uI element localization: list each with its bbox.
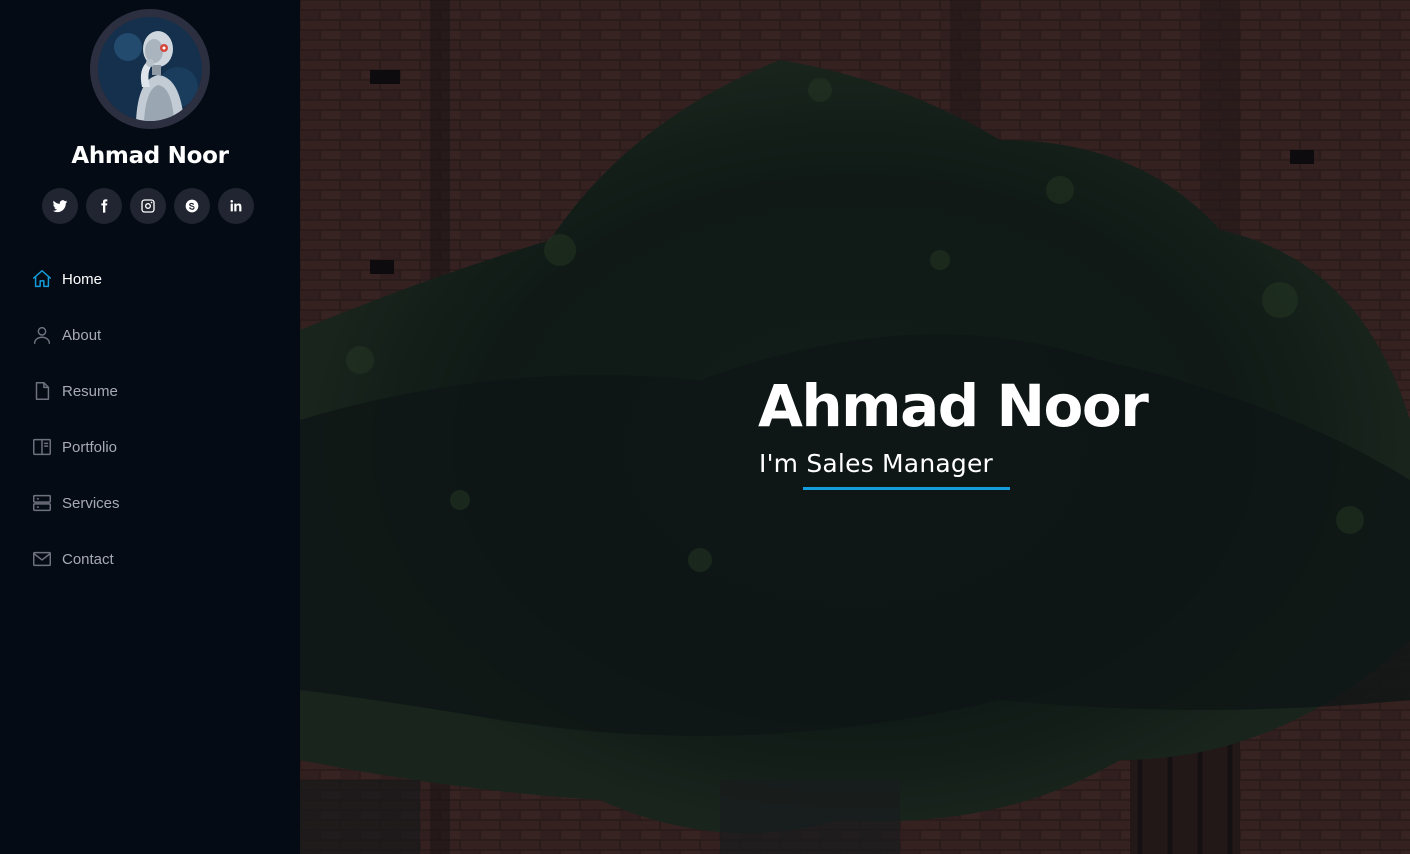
nav-item-label: Portfolio <box>62 438 118 456</box>
nav-item-label: Home <box>62 270 103 288</box>
nav-item-services[interactable]: Services <box>0 475 300 531</box>
nav-item-label: Resume <box>62 382 118 400</box>
server-icon <box>31 492 53 514</box>
typed-cursor-underline <box>803 487 1010 490</box>
nav-item-contact[interactable]: Contact <box>0 531 300 587</box>
skype-link[interactable] <box>174 188 210 224</box>
social-links <box>42 188 254 224</box>
skype-icon <box>185 199 199 213</box>
robot-thinker-avatar <box>98 17 202 121</box>
nav-item-home[interactable]: Home <box>0 251 300 307</box>
nav-item-resume[interactable]: Resume <box>0 363 300 419</box>
facebook-link[interactable] <box>86 188 122 224</box>
file-icon <box>31 380 53 402</box>
sidebar: Ahmad Noor Home About Resume Portfolio S… <box>0 0 300 854</box>
nav-item-about[interactable]: About <box>0 307 300 363</box>
linkedin-icon <box>230 200 242 212</box>
nav-item-label: About <box>62 326 102 344</box>
nav-item-label: Contact <box>62 550 114 568</box>
book-icon <box>31 436 53 458</box>
envelope-icon <box>31 548 53 570</box>
facebook-icon <box>101 199 108 213</box>
hero-section: Ahmad Noor I'm Sales Manager <box>300 0 1410 854</box>
avatar <box>90 9 210 129</box>
nav-item-label: Services <box>62 494 120 512</box>
twitter-link[interactable] <box>42 188 78 224</box>
instagram-icon <box>141 199 155 213</box>
hero-title: Ahmad Noor <box>758 372 1149 440</box>
hero-subtitle: I'm Sales Manager <box>759 449 994 478</box>
person-icon <box>31 324 53 346</box>
linkedin-link[interactable] <box>218 188 254 224</box>
main-nav: Home About Resume Portfolio Services Con… <box>0 251 300 587</box>
nav-item-portfolio[interactable]: Portfolio <box>0 419 300 475</box>
home-icon <box>31 268 53 290</box>
twitter-icon <box>52 200 68 213</box>
profile-name: Ahmad Noor <box>71 143 229 169</box>
instagram-link[interactable] <box>130 188 166 224</box>
